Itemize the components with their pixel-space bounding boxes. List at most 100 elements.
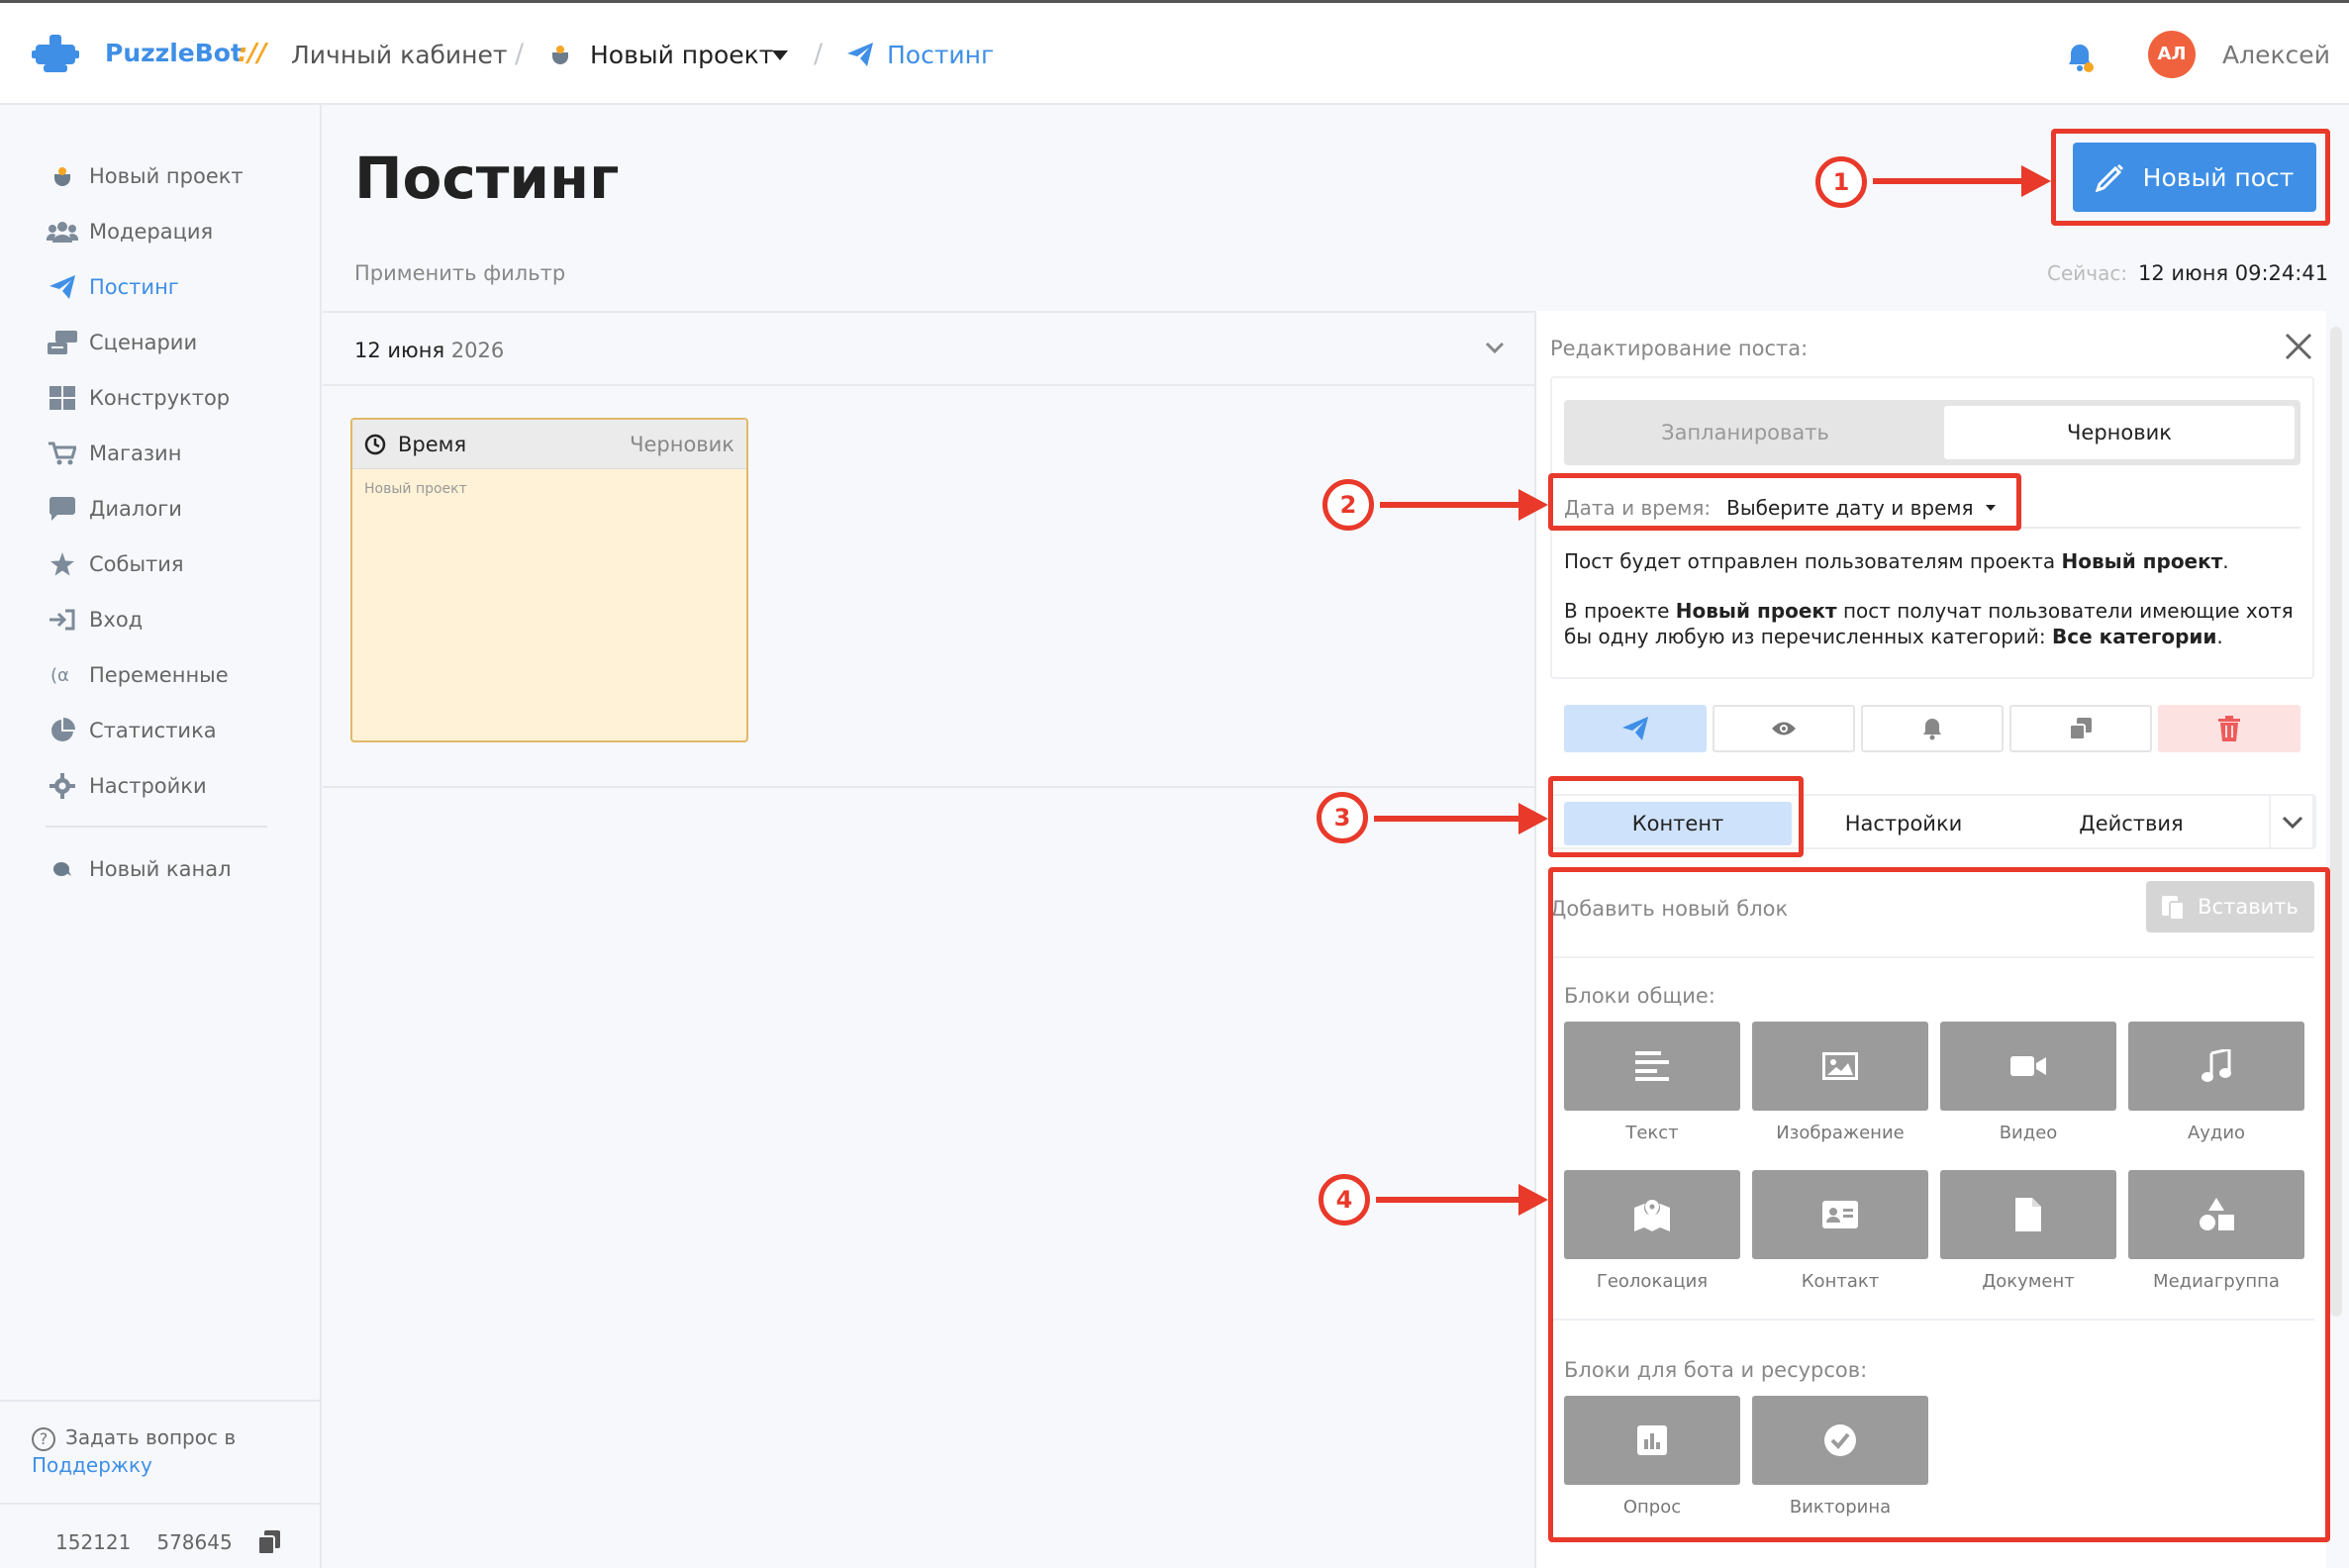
sidebar-item-shop[interactable]: Магазин: [46, 434, 181, 473]
annotation-badge-3: 3: [1317, 792, 1368, 843]
edit-post-panel: Редактирование поста: Запланировать Черн…: [1534, 311, 2326, 1568]
trash-icon: [2218, 716, 2240, 741]
sidebar-item-new-channel[interactable]: Новый канал: [46, 849, 232, 889]
duplicate-button[interactable]: [2009, 705, 2152, 752]
check-circle-icon: [1824, 1424, 1856, 1456]
sidebar-item-entry[interactable]: Вход: [46, 600, 143, 639]
puzzlebot-logo-icon[interactable]: [32, 33, 79, 76]
block-document[interactable]: Документ: [1940, 1170, 2116, 1292]
sidebar-item-label: Магазин: [89, 441, 182, 465]
star-icon: [50, 552, 74, 576]
sidebar-item-project[interactable]: Новый проект: [46, 156, 244, 196]
sidebar-item-moderation[interactable]: Модерация: [46, 212, 213, 251]
poll-chart-icon: [1637, 1425, 1667, 1455]
breadcrumb-cabinet[interactable]: Личный кабинет: [291, 41, 507, 69]
users-icon: [47, 222, 78, 243]
sidebar-item-label: Модерация: [89, 220, 214, 244]
breadcrumb-project[interactable]: Новый проект: [590, 41, 773, 69]
block-label: Контакт: [1801, 1271, 1880, 1292]
datetime-select[interactable]: Выберите дату и время: [1726, 496, 1973, 520]
bell-icon: [1923, 719, 1941, 740]
cart-icon: [49, 441, 76, 465]
apply-filter-link[interactable]: Применить фильтр: [354, 261, 565, 285]
annotation-arrow-3: [1374, 803, 1548, 834]
chevron-down-icon: [2282, 816, 2303, 829]
pie-chart-icon: [51, 718, 75, 741]
seg-draft[interactable]: Черновик: [1944, 406, 2295, 459]
date-year: 2026: [450, 339, 505, 362]
seg-schedule[interactable]: Запланировать: [1570, 406, 1920, 459]
info1-post: .: [2222, 549, 2229, 573]
block-label: Медиагруппа: [2153, 1271, 2280, 1292]
block-mediagroup[interactable]: Медиагруппа: [2128, 1170, 2304, 1292]
sidebar-item-label: Сценарии: [89, 331, 198, 354]
tab-actions[interactable]: Действия: [2017, 802, 2245, 845]
annotation-arrow-4: [1376, 1184, 1548, 1216]
document-icon: [2015, 1198, 2041, 1231]
sidebar-item-label: Конструктор: [89, 386, 231, 410]
block-audio[interactable]: Аудио: [2128, 1022, 2304, 1143]
sidebar-item-settings[interactable]: Настройки: [46, 766, 207, 806]
block-image[interactable]: Изображение: [1752, 1022, 1928, 1143]
sidebar-item-events[interactable]: События: [46, 544, 184, 584]
brand-name[interactable]: PuzzleBot: [105, 39, 243, 67]
sidebar-item-label: Настройки: [89, 774, 207, 798]
block-video[interactable]: Видео: [1940, 1022, 2116, 1143]
sidebar-item-label: События: [89, 552, 184, 576]
user-name[interactable]: Алексей: [2222, 41, 2330, 69]
sidebar-item-label: Новый канал: [89, 857, 232, 881]
group-common-label: Блоки общие:: [1564, 984, 1715, 1008]
sidebar-item-statistics[interactable]: Статистика: [46, 711, 217, 750]
support-link[interactable]: Поддержку: [32, 1453, 152, 1477]
notify-button[interactable]: [1861, 705, 2004, 752]
post-card[interactable]: Время Черновик Новый проект: [350, 418, 748, 742]
page-title: Постинг: [354, 145, 620, 212]
breadcrumb-section[interactable]: Постинг: [887, 41, 994, 69]
sidebar-item-label: Вход: [89, 608, 144, 632]
block-label: Документ: [1982, 1271, 2075, 1292]
info2-pre: В проекте: [1564, 599, 1676, 623]
tabs-more-button[interactable]: [2269, 794, 2316, 849]
tab-settings[interactable]: Настройки: [1790, 802, 2017, 845]
block-quiz[interactable]: Викторина: [1752, 1396, 1928, 1518]
channel-icon: [53, 862, 71, 876]
send-button[interactable]: [1564, 705, 1707, 752]
delete-button[interactable]: [2158, 705, 2300, 752]
date-group-header[interactable]: 12 июня 2026: [323, 311, 1534, 386]
contact-card-icon: [1822, 1201, 1858, 1228]
info1-pre: Пост будет отправлен пользователям проек…: [1564, 549, 2062, 573]
eye-icon: [1772, 722, 1796, 735]
sidebar-item-scenarios[interactable]: Сценарии: [46, 323, 197, 362]
preview-button[interactable]: [1713, 705, 1855, 752]
account-id-2: 578645: [156, 1530, 233, 1554]
sidebar-item-constructor[interactable]: Конструктор: [46, 378, 230, 418]
block-contact[interactable]: Контакт: [1752, 1170, 1928, 1292]
groups-divider: [1550, 1319, 2314, 1321]
paste-button[interactable]: Вставить: [2146, 881, 2314, 932]
block-geolocation[interactable]: Геолокация: [1564, 1170, 1740, 1292]
panel-scrollbar[interactable]: [2330, 327, 2342, 1317]
sidebar-item-posting[interactable]: Постинг: [46, 267, 179, 307]
copy-icon[interactable]: [257, 1530, 280, 1554]
new-post-button[interactable]: Новый пост: [2073, 143, 2316, 212]
notification-bell-icon[interactable]: [2063, 41, 2097, 74]
sidebar-item-dialogs[interactable]: Диалоги: [46, 489, 182, 529]
block-label: Текст: [1625, 1123, 1679, 1143]
avatar[interactable]: АЛ: [2148, 31, 2196, 78]
tab-content[interactable]: Контент: [1564, 802, 1792, 845]
sidebar-item-label: Переменные: [89, 663, 229, 687]
recipients-info: Пост будет отправлен пользователям проек…: [1564, 548, 2300, 673]
sidebar-item-variables[interactable]: (α Переменные: [46, 655, 229, 695]
close-icon[interactable]: [2285, 333, 2312, 360]
datetime-label: Дата и время:: [1564, 496, 1712, 520]
block-poll[interactable]: Опрос: [1564, 1396, 1740, 1518]
date-group-title: 12 июня 2026: [354, 339, 504, 362]
caret-down-icon[interactable]: [1985, 505, 1996, 511]
sidebar-item-label: Постинг: [89, 275, 179, 299]
chevron-down-icon[interactable]: [1485, 341, 1505, 354]
caret-down-icon[interactable]: [772, 50, 788, 60]
post-card-body: Новый проект: [364, 481, 467, 497]
clipboard-icon: [2162, 896, 2185, 920]
block-text[interactable]: Текст: [1564, 1022, 1740, 1143]
paper-plane-icon: [49, 275, 75, 299]
